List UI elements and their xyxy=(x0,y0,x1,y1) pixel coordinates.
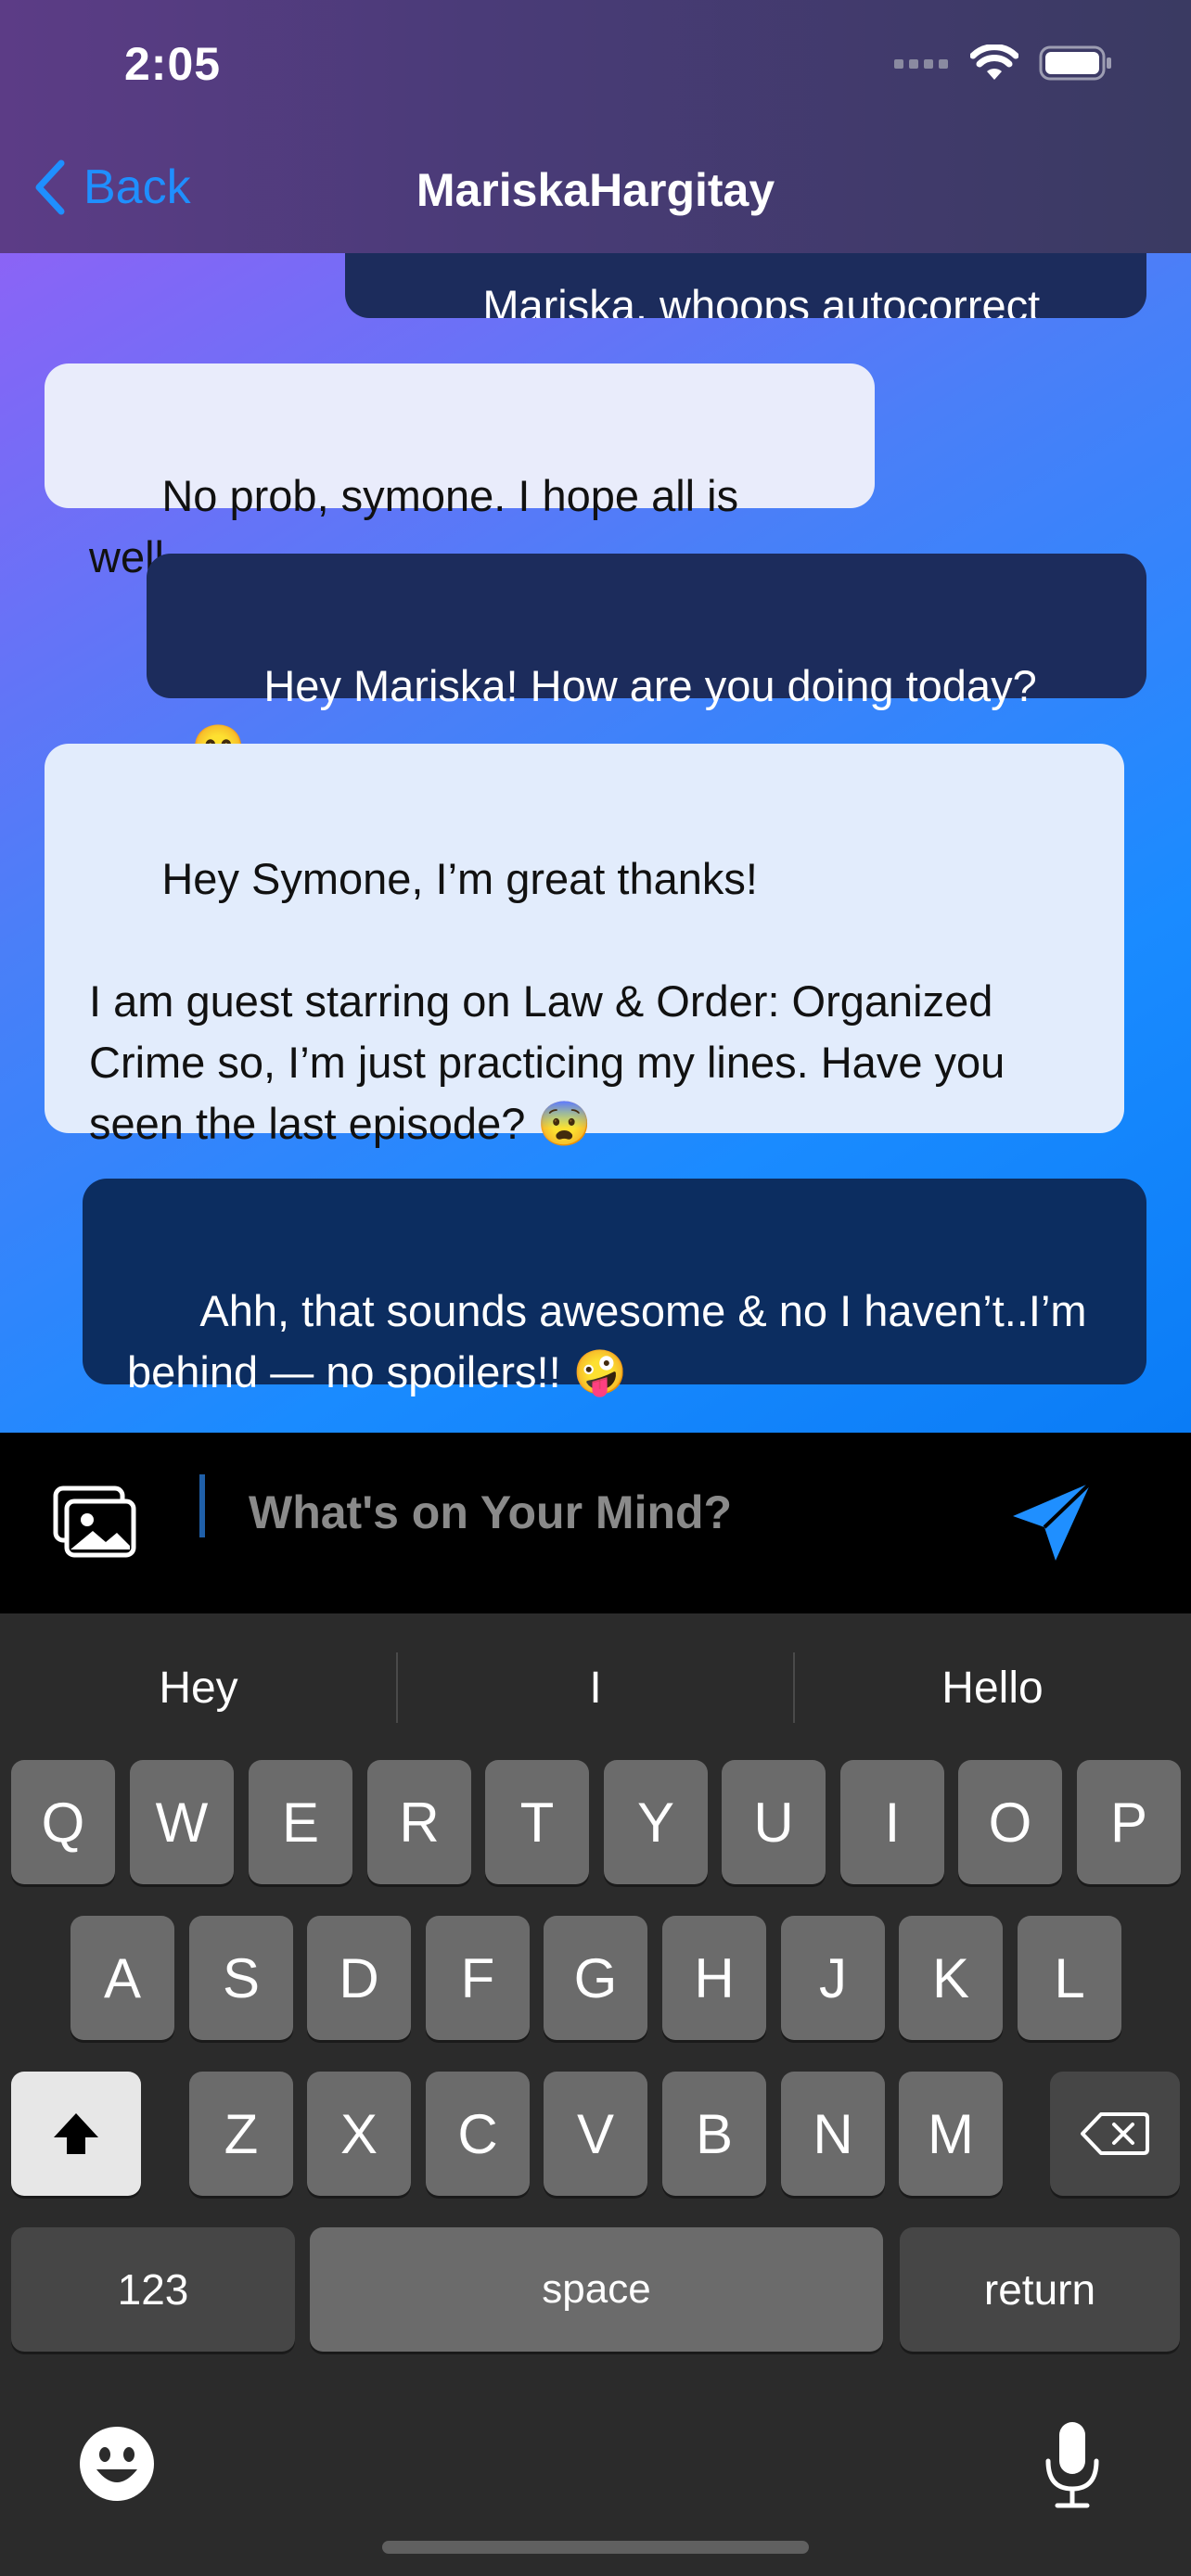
message-composer: What's on Your Mind? xyxy=(0,1433,1191,1613)
key-g[interactable]: G xyxy=(544,1916,647,2040)
key-v[interactable]: V xyxy=(544,2072,647,2196)
key-z[interactable]: Z xyxy=(189,2072,293,2196)
microphone-icon xyxy=(1045,2422,1099,2508)
key-a[interactable]: A xyxy=(70,1916,174,2040)
space-key[interactable]: space xyxy=(310,2227,883,2352)
key-n[interactable]: N xyxy=(781,2072,885,2196)
status-time: 2:05 xyxy=(124,38,222,90)
key-o[interactable]: O xyxy=(958,1760,1062,1884)
status-icons xyxy=(894,45,1113,82)
key-e[interactable]: E xyxy=(249,1760,352,1884)
dictation-button[interactable] xyxy=(1043,2420,1102,2509)
key-x[interactable]: X xyxy=(307,2072,411,2196)
key-c[interactable]: C xyxy=(426,2072,530,2196)
message-text: Mariska, whoops autocorrect 😊 xyxy=(482,281,1041,318)
navigation-header: 2:05 Back MariskaHargitay xyxy=(0,0,1191,253)
signal-icon xyxy=(894,59,948,69)
keyboard: Hey I Hello Q W E R T Y U I O P A S D F … xyxy=(0,1613,1191,2576)
suggestion-2[interactable]: I xyxy=(397,1613,794,1762)
shift-key[interactable] xyxy=(11,2072,141,2196)
emoji-button[interactable] xyxy=(78,2425,156,2503)
suggestion-1[interactable]: Hey xyxy=(0,1613,397,1762)
send-button[interactable] xyxy=(1009,1479,1095,1564)
key-y[interactable]: Y xyxy=(604,1760,708,1884)
key-b[interactable]: B xyxy=(662,2072,766,2196)
key-l[interactable]: L xyxy=(1018,1916,1121,2040)
photos-icon xyxy=(53,1486,136,1558)
key-j[interactable]: J xyxy=(781,1916,885,2040)
emoji-icon xyxy=(80,2427,154,2501)
delete-icon xyxy=(1081,2112,1149,2155)
key-u[interactable]: U xyxy=(722,1760,826,1884)
shift-icon xyxy=(54,2113,98,2154)
message-bubble-incoming: No prob, symone. I hope all is well. xyxy=(45,363,875,581)
key-p[interactable]: P xyxy=(1077,1760,1181,1884)
key-s[interactable]: S xyxy=(189,1916,293,2040)
message-input[interactable]: What's on Your Mind? xyxy=(249,1486,732,1539)
message-bubble-outgoing: Hey Mariska! How are you doing today? 😊 xyxy=(147,554,1146,772)
key-m[interactable]: M xyxy=(899,2072,1003,2196)
text-cursor xyxy=(199,1474,205,1537)
message-bubble-outgoing: Ahh, that sounds awesome & no I haven’t.… xyxy=(83,1179,1146,1396)
photo-library-button[interactable] xyxy=(52,1485,137,1559)
message-text: Ahh, that sounds awesome & no I haven’t.… xyxy=(127,1286,1099,1396)
key-i[interactable]: I xyxy=(840,1760,944,1884)
send-icon xyxy=(1013,1481,1093,1561)
return-key[interactable]: return xyxy=(900,2227,1180,2352)
key-d[interactable]: D xyxy=(307,1916,411,2040)
key-k[interactable]: K xyxy=(899,1916,1003,2040)
message-text: Hey Symone, I’m great thanks! I am guest… xyxy=(89,854,1005,1148)
key-t[interactable]: T xyxy=(485,1760,589,1884)
key-q[interactable]: Q xyxy=(11,1760,115,1884)
battery-icon xyxy=(1039,45,1111,81)
suggestion-3[interactable]: Hello xyxy=(794,1613,1191,1762)
key-w[interactable]: W xyxy=(130,1760,234,1884)
conversation-title: MariskaHargitay xyxy=(416,164,775,216)
delete-key[interactable] xyxy=(1050,2072,1180,2196)
chat-screen: Mariska, whoops autocorrect 😊 No prob, s… xyxy=(0,0,1191,2576)
key-r[interactable]: R xyxy=(367,1760,471,1884)
key-h[interactable]: H xyxy=(662,1916,766,2040)
key-f[interactable]: F xyxy=(426,1916,530,2040)
numbers-key[interactable]: 123 xyxy=(11,2227,295,2352)
home-indicator[interactable] xyxy=(382,2541,809,2554)
wifi-icon xyxy=(970,45,1018,80)
message-bubble-incoming: Hey Symone, I’m great thanks! I am guest… xyxy=(45,744,1124,1148)
